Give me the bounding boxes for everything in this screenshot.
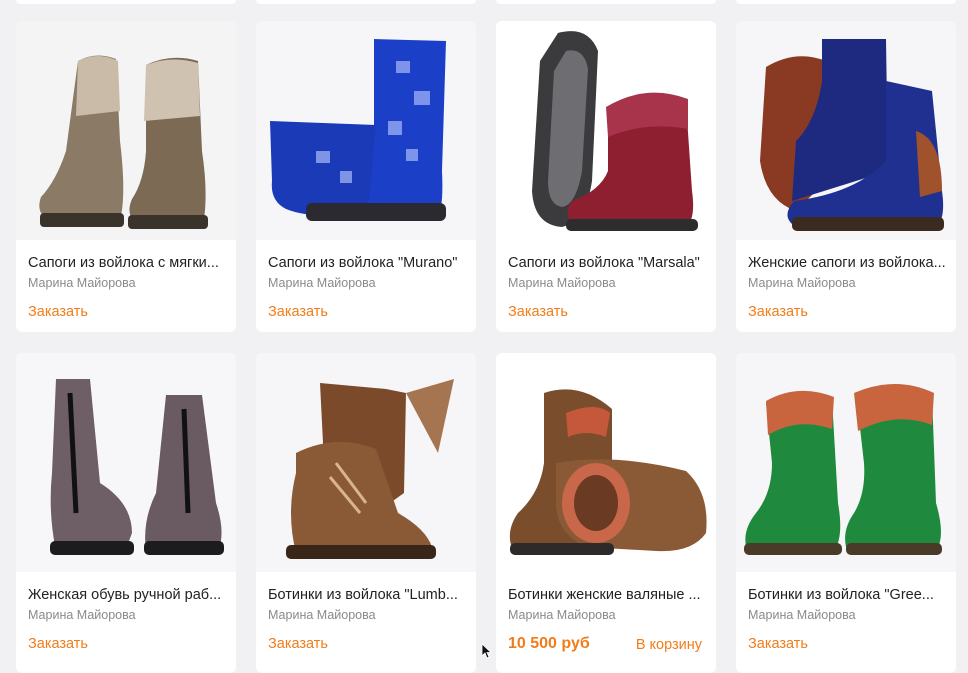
card-edge <box>16 0 236 4</box>
product-card[interactable]: Сапоги из войлока "Murano" Марина Майоро… <box>256 21 476 332</box>
card-edge <box>736 0 956 4</box>
product-card[interactable]: Женская обувь ручной раб... Марина Майор… <box>16 353 236 673</box>
seller-name[interactable]: Марина Майорова <box>748 276 856 290</box>
product-card[interactable]: Ботинки из войлока "Lumb... Марина Майор… <box>256 353 476 673</box>
order-button[interactable]: Заказать <box>508 304 568 320</box>
price: 10 500 руб <box>508 635 590 652</box>
product-title[interactable]: Сапоги из войлока "Murano" <box>268 255 468 271</box>
product-title[interactable]: Ботинки из войлока "Gree... <box>748 587 948 603</box>
mouse-cursor-icon <box>482 644 492 659</box>
previous-row-edge <box>0 0 968 6</box>
card-edge <box>256 0 476 4</box>
product-image[interactable] <box>736 353 956 572</box>
product-image[interactable] <box>496 21 716 240</box>
product-card[interactable]: Сапоги из войлока с мягки... Марина Майо… <box>16 21 236 332</box>
product-card[interactable]: Женские сапоги из войлока... Марина Майо… <box>736 21 956 332</box>
seller-name[interactable]: Марина Майорова <box>268 276 376 290</box>
product-card[interactable]: Ботинки женские валяные ... Марина Майор… <box>496 353 716 673</box>
seller-name[interactable]: Марина Майорова <box>28 608 136 622</box>
product-image[interactable] <box>256 21 476 240</box>
seller-name[interactable]: Марина Майорова <box>508 608 616 622</box>
seller-name[interactable]: Марина Майорова <box>748 608 856 622</box>
product-title[interactable]: Женская обувь ручной раб... <box>28 587 228 603</box>
order-button[interactable]: Заказать <box>28 636 88 652</box>
product-title[interactable]: Сапоги из войлока "Marsala" <box>508 255 708 271</box>
seller-name[interactable]: Марина Майорова <box>268 608 376 622</box>
product-title[interactable]: Женские сапоги из войлока... <box>748 255 948 271</box>
product-image[interactable] <box>16 21 236 240</box>
order-button[interactable]: Заказать <box>268 636 328 652</box>
order-button[interactable]: Заказать <box>748 304 808 320</box>
product-image[interactable] <box>496 353 716 572</box>
product-title[interactable]: Ботинки женские валяные ... <box>508 587 708 603</box>
order-button[interactable]: Заказать <box>28 304 88 320</box>
product-title[interactable]: Сапоги из войлока с мягки... <box>28 255 228 271</box>
product-title[interactable]: Ботинки из войлока "Lumb... <box>268 587 468 603</box>
seller-name[interactable]: Марина Майорова <box>28 276 136 290</box>
add-to-cart-button[interactable]: В корзину <box>636 637 702 653</box>
product-image[interactable] <box>16 353 236 572</box>
product-card[interactable]: Ботинки из войлока "Gree... Марина Майор… <box>736 353 956 673</box>
card-edge <box>496 0 716 4</box>
product-card[interactable]: Сапоги из войлока "Marsala" Марина Майор… <box>496 21 716 332</box>
order-button[interactable]: Заказать <box>748 636 808 652</box>
order-button[interactable]: Заказать <box>268 304 328 320</box>
product-image[interactable] <box>256 353 476 572</box>
seller-name[interactable]: Марина Майорова <box>508 276 616 290</box>
product-image[interactable] <box>736 21 956 240</box>
